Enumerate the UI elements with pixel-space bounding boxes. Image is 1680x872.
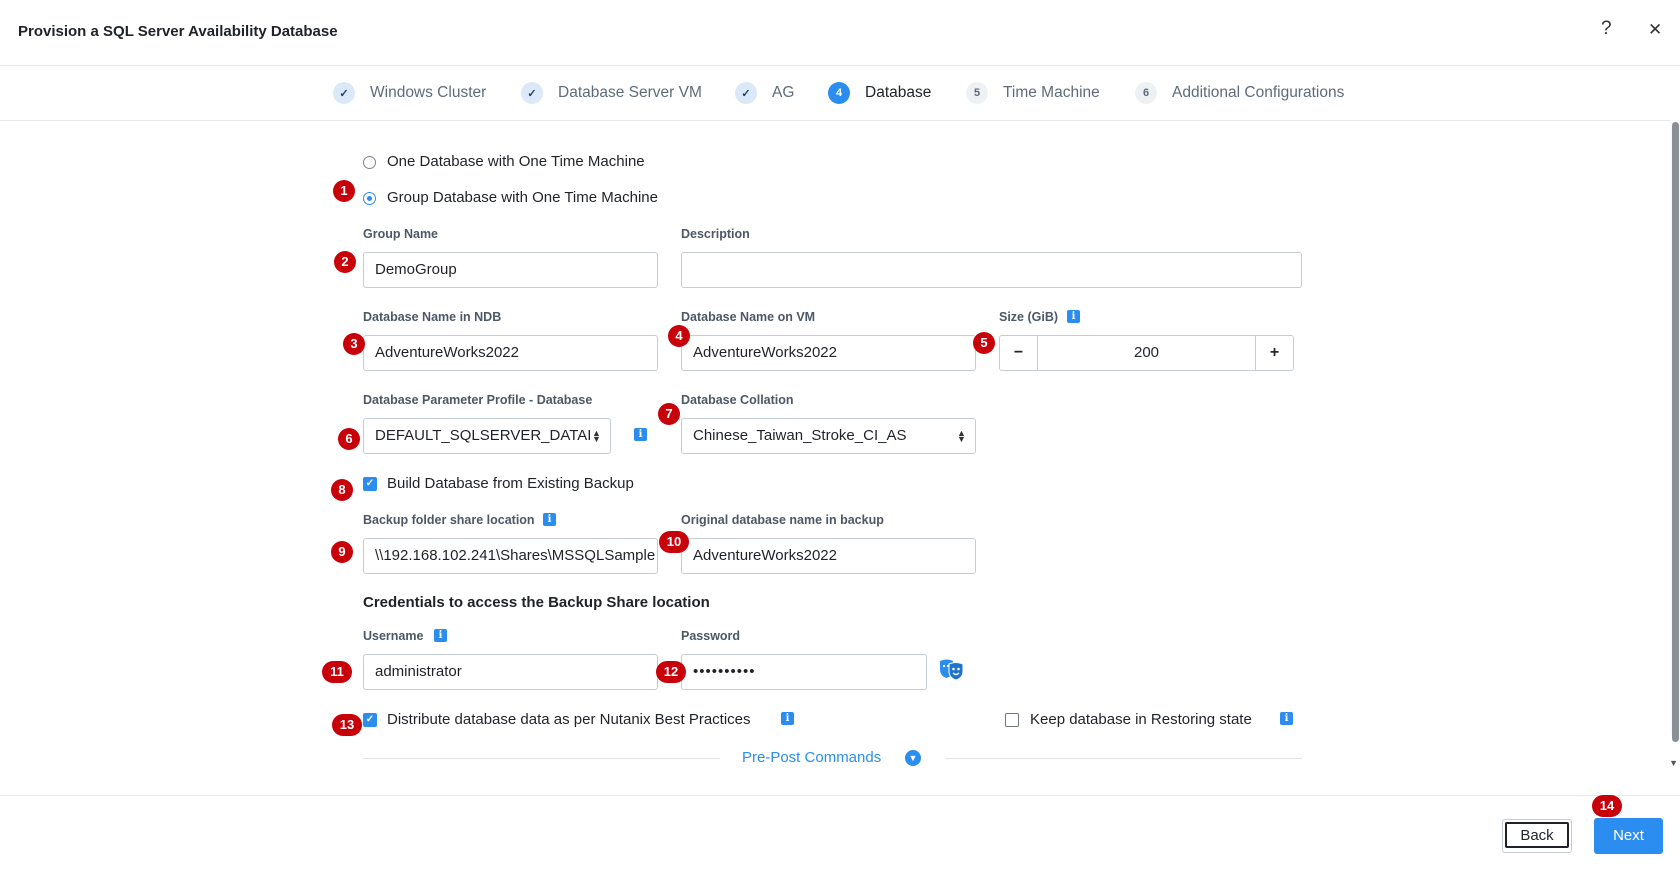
step-additional-configurations[interactable]: 6 Additional Configurations — [1135, 82, 1344, 104]
original-db-label: Original database name in backup — [681, 513, 884, 527]
scrollbar-thumb[interactable] — [1672, 122, 1679, 742]
annotation-badge: 14 — [1592, 795, 1622, 817]
option-one-database-label[interactable]: One Database with One Time Machine — [387, 153, 645, 170]
db-name-ndb-label: Database Name in NDB — [363, 310, 502, 324]
username-label: Username — [363, 629, 424, 643]
select-arrows-icon: ▲ ▼ — [957, 428, 966, 444]
annotation-badge: 13 — [332, 714, 362, 736]
param-profile-label: Database Parameter Profile - Database — [363, 393, 593, 407]
distribute-checkbox[interactable]: ✓ — [363, 713, 377, 727]
step-number: 6 — [1135, 82, 1157, 104]
annotation-badge: 9 — [331, 541, 353, 563]
radio-one-database[interactable] — [363, 156, 376, 169]
distribute-label[interactable]: Distribute database data as per Nutanix … — [387, 711, 751, 728]
collation-value: Chinese_Taiwan_Stroke_CI_AS — [693, 427, 907, 444]
backup-share-label: Backup folder share location — [363, 513, 535, 527]
restoring-label[interactable]: Keep database in Restoring state — [1030, 711, 1252, 728]
divider — [363, 758, 720, 759]
original-db-input[interactable]: AdventureWorks2022 — [681, 538, 976, 574]
db-name-vm-label: Database Name on VM — [681, 310, 816, 324]
size-decrement-button[interactable]: − — [1000, 336, 1038, 370]
step-ag[interactable]: ✓ AG — [735, 82, 794, 104]
footer-divider — [0, 795, 1680, 796]
annotation-badge: 10 — [659, 531, 689, 553]
prepost-commands-toggle[interactable]: Pre-Post Commands — [742, 749, 881, 766]
check-icon: ✓ — [521, 82, 543, 104]
credentials-heading: Credentials to access the Backup Share l… — [363, 594, 710, 611]
step-label: Database — [865, 84, 932, 101]
build-from-backup-checkbox[interactable]: ✓ — [363, 477, 377, 491]
annotation-badge: 7 — [658, 403, 680, 425]
password-label: Password — [681, 629, 741, 643]
db-name-vm-input[interactable]: AdventureWorks2022 — [681, 335, 976, 371]
scroll-down-icon[interactable]: ▼ — [1669, 758, 1678, 768]
step-time-machine[interactable]: 5 Time Machine — [966, 82, 1100, 104]
collation-label: Database Collation — [681, 393, 794, 407]
annotation-badge: 3 — [343, 333, 365, 355]
backup-share-input[interactable]: \\192.168.102.241\Shares\MSSQLSample — [363, 538, 658, 574]
annotation-badge: 8 — [331, 479, 353, 501]
description-label: Description — [681, 227, 750, 241]
annotation-badge: 6 — [338, 428, 360, 450]
build-from-backup-label[interactable]: Build Database from Existing Backup — [387, 475, 634, 492]
step-label: Database Server VM — [558, 84, 702, 101]
show-password-icon[interactable] — [938, 657, 966, 686]
step-label: AG — [772, 84, 795, 101]
step-number: 5 — [966, 82, 988, 104]
option-group-database-label[interactable]: Group Database with One Time Machine — [387, 189, 658, 206]
back-button-label: Back — [1505, 822, 1569, 848]
info-icon[interactable]: i — [1067, 310, 1080, 323]
dialog-title: Provision a SQL Server Availability Data… — [18, 23, 338, 40]
close-icon[interactable]: ✕ — [1648, 20, 1662, 40]
annotation-badge: 4 — [668, 325, 690, 347]
step-database-server-vm[interactable]: ✓ Database Server VM — [521, 82, 702, 104]
select-arrows-icon: ▲ ▼ — [592, 428, 601, 444]
size-stepper: − 200 + — [999, 335, 1294, 371]
info-icon[interactable]: i — [634, 428, 647, 441]
size-label: Size (GiB) — [999, 310, 1059, 324]
back-button[interactable]: Back — [1502, 819, 1572, 853]
info-icon[interactable]: i — [1280, 712, 1293, 725]
step-database[interactable]: 4 Database — [828, 82, 931, 104]
step-windows-cluster[interactable]: ✓ Windows Cluster — [333, 82, 486, 104]
size-value[interactable]: 200 — [1038, 336, 1255, 370]
annotation-badge: 11 — [322, 661, 352, 683]
restoring-checkbox[interactable] — [1005, 713, 1019, 727]
chevron-down-icon[interactable]: ▼ — [905, 750, 921, 766]
help-icon[interactable]: ? — [1601, 18, 1612, 40]
divider — [945, 758, 1302, 759]
collation-select[interactable]: Chinese_Taiwan_Stroke_CI_AS — [681, 418, 976, 454]
description-input[interactable] — [681, 252, 1302, 288]
password-input[interactable]: •••••••••• — [681, 654, 927, 690]
step-label: Time Machine — [1003, 84, 1100, 101]
annotation-badge: 1 — [333, 180, 355, 202]
check-icon: ✓ — [735, 82, 757, 104]
radio-group-database[interactable] — [363, 192, 376, 205]
step-number: 4 — [828, 82, 850, 104]
annotation-badge: 5 — [973, 332, 995, 354]
step-label: Windows Cluster — [370, 84, 487, 101]
annotation-badge: 2 — [334, 251, 356, 273]
check-icon: ✓ — [333, 82, 355, 104]
next-button[interactable]: Next — [1594, 818, 1663, 854]
group-name-label: Group Name — [363, 227, 439, 241]
param-profile-value: DEFAULT_SQLSERVER_DATAI — [375, 427, 592, 444]
info-icon[interactable]: i — [543, 513, 556, 526]
param-profile-select[interactable]: DEFAULT_SQLSERVER_DATAI — [363, 418, 611, 454]
db-name-ndb-input[interactable]: AdventureWorks2022 — [363, 335, 658, 371]
step-label: Additional Configurations — [1172, 84, 1345, 101]
group-name-input[interactable]: DemoGroup — [363, 252, 658, 288]
size-increment-button[interactable]: + — [1255, 336, 1293, 370]
annotation-badge: 12 — [656, 661, 686, 683]
info-icon[interactable]: i — [434, 629, 447, 642]
username-input[interactable]: administrator — [363, 654, 658, 690]
info-icon[interactable]: i — [781, 712, 794, 725]
